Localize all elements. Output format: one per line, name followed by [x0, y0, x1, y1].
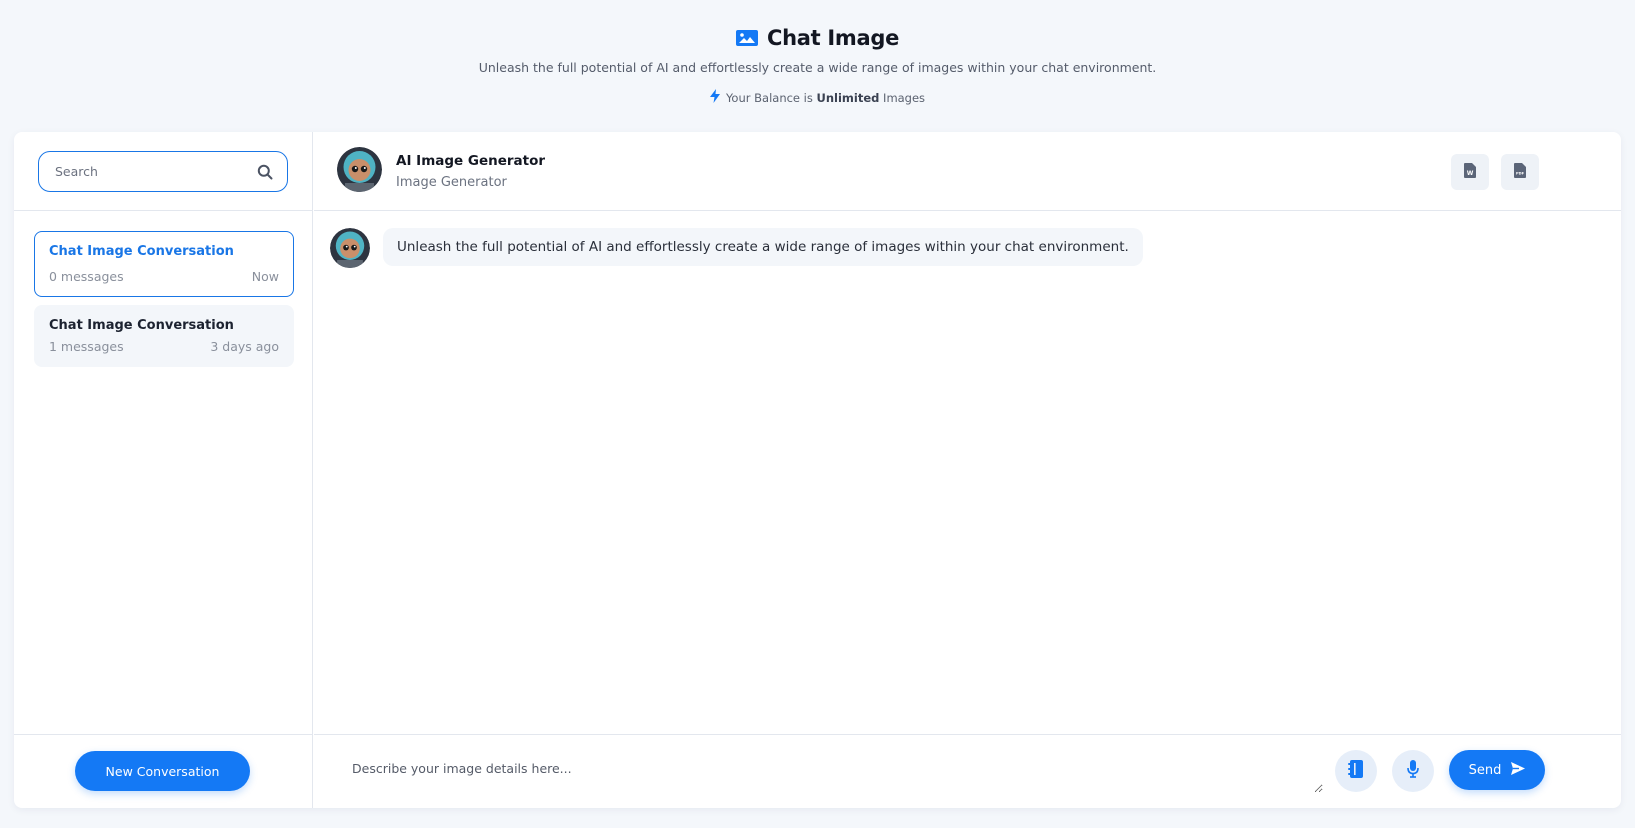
message-list: Unleash the full potential of AI and eff… [314, 211, 1621, 734]
sidebar-footer: New Conversation [14, 734, 313, 808]
prompt-library-button[interactable] [1335, 750, 1377, 792]
balance-value: Unlimited [816, 90, 880, 105]
microphone-icon [1407, 760, 1419, 782]
page-header: Chat Image Unleash the full potential of… [0, 0, 1635, 132]
svg-text:PDF: PDF [1516, 171, 1525, 175]
conversation-sidebar: Chat Image Conversation 0 messages Now C… [14, 132, 313, 808]
export-pdf-button[interactable]: PDF [1501, 154, 1539, 190]
balance-suffix: Images [879, 90, 926, 105]
conversation-title: Chat Image Conversation [49, 318, 234, 333]
svg-text:W: W [1467, 170, 1474, 177]
page-subtitle: Unleash the full potential of AI and eff… [478, 60, 1157, 75]
prompt-library-icon [1348, 760, 1364, 782]
conversation-title: Chat Image Conversation [49, 244, 234, 259]
send-icon [1511, 761, 1526, 779]
chat-panel: AI Image Generator Image Generator W PDF [314, 132, 1621, 808]
conversation-message-count: 0 messages [49, 269, 124, 284]
bot-avatar [337, 147, 382, 192]
export-word-button[interactable]: W [1451, 154, 1489, 190]
conversation-meta: 0 messages Now [49, 269, 279, 284]
title-row: Chat Image [0, 26, 1635, 50]
word-document-icon: W [1464, 162, 1476, 182]
bot-message-bubble: Unleash the full potential of AI and eff… [383, 228, 1143, 266]
search-box[interactable] [38, 151, 288, 192]
search-area [14, 132, 313, 211]
microphone-button[interactable] [1392, 750, 1434, 792]
conversation-item[interactable]: Chat Image Conversation 1 messages 3 day… [34, 305, 294, 367]
search-icon[interactable] [257, 164, 273, 180]
conversation-list: Chat Image Conversation 0 messages Now C… [34, 231, 294, 375]
chat-header: AI Image Generator Image Generator W PDF [314, 132, 1621, 211]
pdf-document-icon: PDF [1514, 162, 1526, 182]
send-button[interactable]: Send [1449, 750, 1545, 790]
send-label: Send [1468, 762, 1502, 778]
conversation-item[interactable]: Chat Image Conversation 0 messages Now [34, 231, 294, 297]
chat-card: Chat Image Conversation 0 messages Now C… [14, 132, 1621, 808]
new-conversation-button[interactable]: New Conversation [75, 751, 250, 791]
conversation-time: Now [251, 269, 279, 284]
page-title: Chat Image [766, 26, 900, 50]
balance-text: Your Balance is Unlimited Images [726, 91, 925, 105]
bot-name: AI Image Generator [396, 153, 546, 169]
conversation-time: 3 days ago [210, 339, 279, 354]
balance-prefix: Your Balance is [725, 90, 817, 105]
message-composer: Send [314, 734, 1621, 808]
lightning-icon [709, 89, 720, 106]
balance-info: Your Balance is Unlimited Images [0, 89, 1635, 106]
bot-role: Image Generator [396, 175, 507, 190]
bot-avatar [330, 228, 370, 268]
conversation-meta: 1 messages 3 days ago [49, 339, 279, 354]
prompt-input[interactable] [338, 747, 1323, 793]
search-input[interactable] [55, 164, 257, 179]
conversation-message-count: 1 messages [49, 339, 124, 354]
image-icon [735, 30, 758, 46]
